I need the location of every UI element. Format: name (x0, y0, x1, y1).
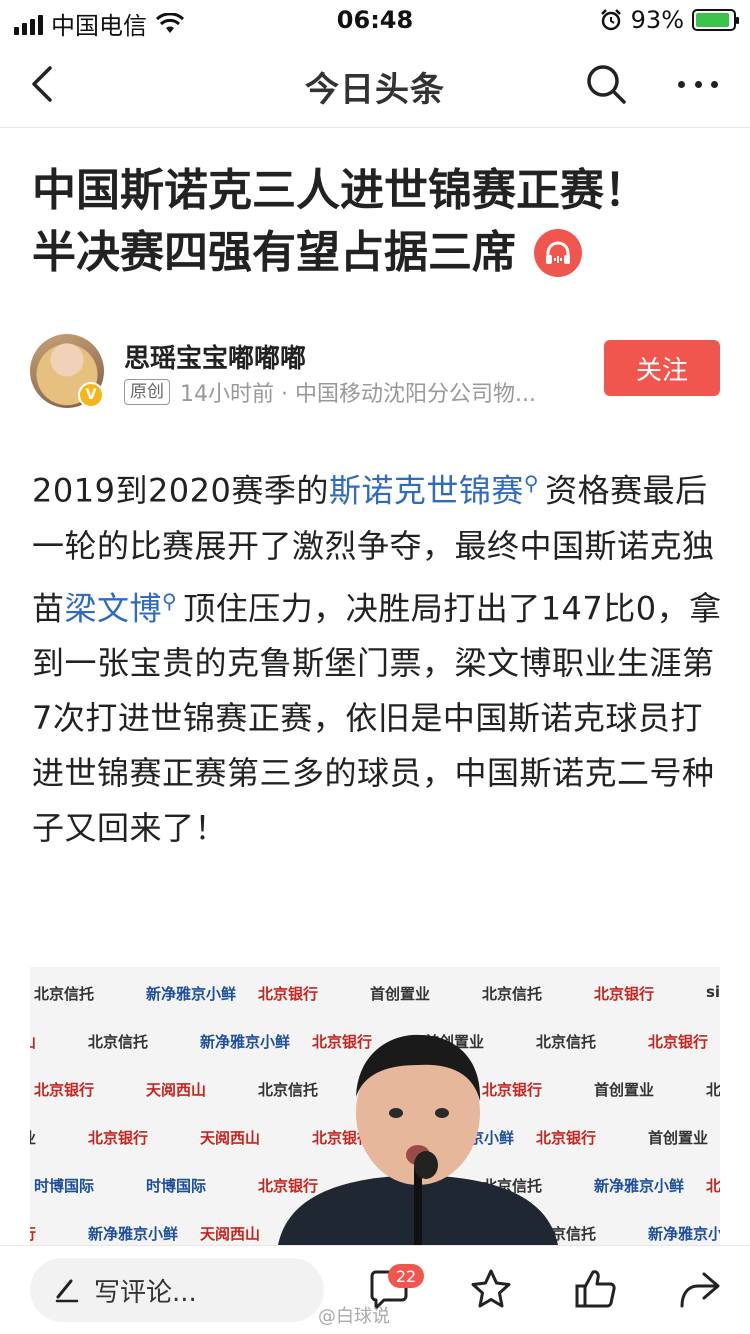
comment-placeholder: 写评论... (94, 1277, 197, 1308)
sponsor-logo: 首创置业 (648, 1129, 709, 1147)
headphones-icon[interactable] (534, 229, 582, 277)
link-liang-wenbo[interactable]: 梁文博 (65, 589, 163, 627)
comment-count-badge: 22 (388, 1264, 424, 1288)
article-headline: 中国斯诺克三人进世锦赛正赛！ 半决赛四强有望占据三席 (32, 160, 722, 284)
article-text: 2019到2020赛季的 (32, 471, 329, 510)
battery-percent: 93% (630, 6, 684, 34)
sponsor-logo: 天阅西山 (200, 1129, 261, 1147)
battery-icon (692, 9, 739, 31)
sponsor-logo: 新净雅京小鲜 (88, 1225, 179, 1243)
sponsor-logo: 北京银行 (258, 985, 319, 1003)
article-text: 顶住压力，决胜局打出了147比0，拿到一张宝贵的克鲁斯堡门票，梁文博职业生涯第7… (32, 589, 722, 848)
status-bar: 中国电信 06:48 93% (0, 0, 750, 40)
sponsor-logo: 北京银行 (34, 1081, 95, 1099)
bottom-bar: 写评论... 22 @白球说 (0, 1245, 750, 1334)
player-photo (278, 1034, 558, 1245)
author-name[interactable]: 思瑶宝宝嘟嘟嘟 (124, 338, 306, 375)
search-link-icon[interactable]: ⚲ (162, 589, 177, 613)
alarm-icon (600, 9, 621, 31)
publish-info: 14小时前 · 中国移动沈阳分公司物... (180, 382, 536, 407)
sponsor-logo: 北京信托 (706, 1081, 720, 1099)
sponsor-logo: 北京银行 (30, 1223, 36, 1244)
link-snooker-worlds[interactable]: 斯诺克世锦赛 (329, 472, 524, 510)
sponsor-logo: 北京信托 (482, 985, 543, 1003)
nav-bar: 今日头条 (0, 40, 750, 128)
app-title: 今日头条 (305, 70, 445, 110)
sponsor-logo: 时博国际 (146, 1177, 207, 1195)
sponsor-logo: 北京银行 (88, 1129, 149, 1147)
sponsor-logo: 天阅西山 (30, 1031, 36, 1052)
sponsor-logo: 首创置业 (30, 1127, 36, 1148)
star-icon[interactable] (468, 1266, 514, 1312)
more-icon[interactable] (674, 62, 722, 106)
sponsor-logo: 北京银行 (706, 1177, 720, 1195)
sponsor-logo: 北京信托 (88, 1033, 149, 1051)
sponsor-logo: 首创置业 (594, 1081, 655, 1099)
sponsor-logo: 新净雅京小鲜 (146, 985, 237, 1003)
sponsor-logo: 北京信托 (34, 985, 95, 1003)
author-meta: 原创 14小时前 · 中国移动沈阳分公司物... (124, 376, 536, 408)
article-body: 2019到2020赛季的斯诺克世锦赛⚲ 资格赛最后一轮的比赛展开了激烈争夺，最终中… (32, 456, 722, 856)
verified-badge-icon: V (78, 382, 104, 408)
sponsor-logo: 首创置业 (370, 985, 431, 1003)
share-icon[interactable] (676, 1266, 722, 1312)
headline-line1: 中国斯诺克三人进世锦赛正赛！ (32, 165, 648, 216)
thumbs-up-icon[interactable] (573, 1266, 619, 1312)
follow-button[interactable]: 关注 (604, 340, 720, 396)
sponsor-logo: 天阅西山 (146, 1081, 207, 1099)
sponsor-logo: 天阅西山 (200, 1225, 261, 1243)
pen-icon (55, 1279, 79, 1303)
sponsor-logo: 新净雅京小鲜 (594, 1177, 685, 1195)
headline-line2: 半决赛四强有望占据三席 (32, 227, 516, 278)
comment-input[interactable]: 写评论... (30, 1258, 324, 1322)
search-link-icon[interactable]: ⚲ (524, 471, 539, 495)
sponsor-logo: 北京银行 (594, 985, 655, 1003)
original-tag: 原创 (124, 379, 170, 405)
search-icon[interactable] (584, 62, 628, 106)
sponsor-logo: 新净雅京小鲜 (648, 1225, 720, 1243)
watermark: @白球说 (318, 1306, 390, 1327)
sponsor-logo: 北京银行 (648, 1033, 709, 1051)
sponsor-logo: 时博国际 (34, 1177, 95, 1195)
author-row: V 思瑶宝宝嘟嘟嘟 原创 14小时前 · 中国移动沈阳分公司物... 关注 (30, 334, 720, 410)
sponsor-logo: sina (706, 983, 720, 1001)
article-image[interactable]: 北京信托新净雅京小鲜北京银行首创置业北京信托北京银行sina天阅西山北京信托新净… (30, 967, 720, 1245)
